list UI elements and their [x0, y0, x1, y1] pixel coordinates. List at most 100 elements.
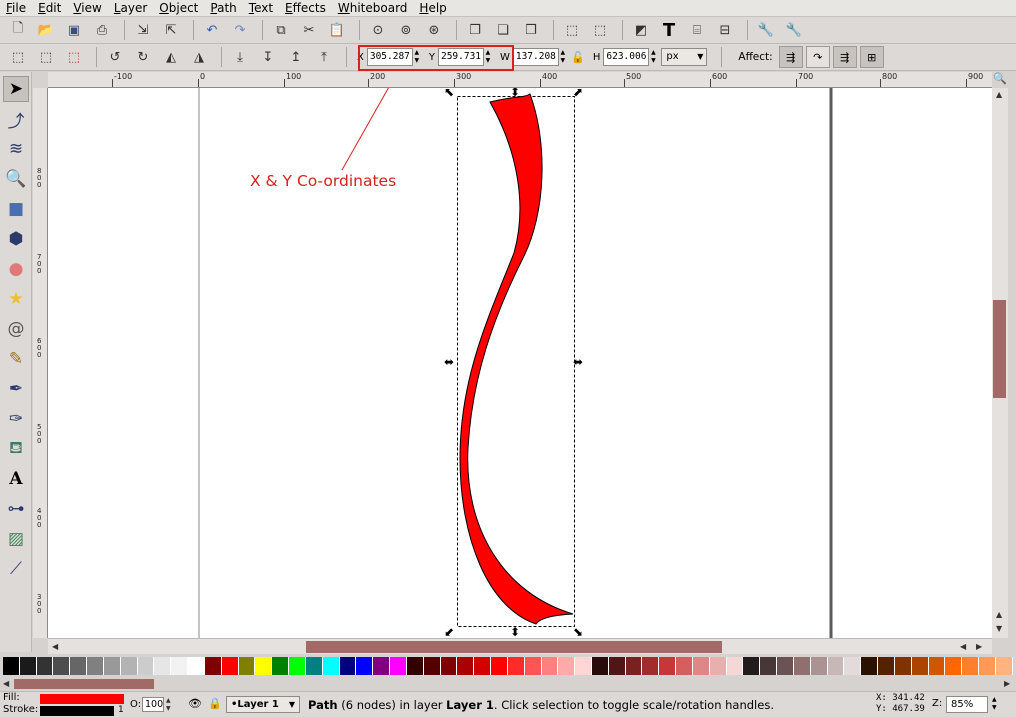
horizontal-scrollbar[interactable]: ◀ ◀ ▶: [48, 638, 992, 654]
palette-swatch[interactable]: [995, 657, 1013, 675]
pen-tool-icon[interactable]: ✒: [3, 376, 29, 402]
node-tool-icon[interactable]: ⤴: [3, 106, 29, 132]
handle-bottom-icon[interactable]: ⬍: [510, 625, 520, 638]
raise-to-top-icon[interactable]: ⤒: [312, 46, 336, 68]
3d-box-tool-icon[interactable]: ⬢: [3, 226, 29, 252]
menu-effects[interactable]: Effects: [279, 0, 332, 17]
menu-file[interactable]: File: [0, 0, 32, 17]
tweak-tool-icon[interactable]: ≋: [3, 136, 29, 162]
palette-scrollbar[interactable]: ◀ ▶: [0, 677, 1016, 691]
palette-swatch[interactable]: [289, 657, 306, 675]
palette-swatch[interactable]: [979, 657, 996, 675]
clone-icon[interactable]: ❏: [491, 19, 515, 41]
palette-swatch[interactable]: [591, 657, 609, 675]
palette-swatch[interactable]: [221, 657, 239, 675]
menu-whiteboard[interactable]: Whiteboard: [332, 0, 414, 17]
zoom-page-icon[interactable]: ⊛: [422, 19, 446, 41]
w-spinbox[interactable]: 137.208 ▲ ▼: [512, 48, 567, 66]
spin-arrows-icon[interactable]: ▲ ▼: [992, 696, 997, 712]
palette-swatch[interactable]: [659, 657, 677, 675]
document-properties-icon[interactable]: 🔧: [782, 19, 806, 41]
open-icon[interactable]: 📂: [34, 19, 58, 41]
palette-swatch[interactable]: [457, 657, 475, 675]
export-icon[interactable]: ⇱: [159, 19, 183, 41]
zoom-value[interactable]: 85%: [946, 696, 988, 713]
spin-arrows-icon[interactable]: ▲ ▼: [559, 49, 567, 65]
palette-swatch[interactable]: [36, 657, 54, 675]
palette-swatch[interactable]: [844, 657, 862, 675]
palette-swatch[interactable]: [878, 657, 895, 675]
fill-swatch[interactable]: [40, 694, 124, 704]
handle-bottom-left-icon[interactable]: ⬋: [444, 625, 454, 638]
palette-swatch[interactable]: [642, 657, 660, 675]
duplicate-icon[interactable]: ❐: [463, 19, 487, 41]
stroke-swatch[interactable]: [40, 706, 114, 716]
ungroup-icon[interactable]: ⬚: [588, 19, 612, 41]
palette-swatch[interactable]: [272, 657, 290, 675]
palette-swatch[interactable]: [861, 657, 879, 675]
deselect-icon[interactable]: ⬚: [62, 46, 86, 68]
menu-text[interactable]: Text: [243, 0, 279, 17]
menu-object[interactable]: Object: [153, 0, 204, 17]
xml-editor-icon[interactable]: ⌸: [685, 19, 709, 41]
lower-to-bottom-icon[interactable]: ⤓: [228, 46, 252, 68]
palette-swatch[interactable]: [406, 657, 424, 675]
select-all-layers-icon[interactable]: ⬚: [34, 46, 58, 68]
rectangle-tool-icon[interactable]: ■: [3, 196, 29, 222]
scroll-right-icon[interactable]: ▶: [1004, 679, 1010, 688]
palette-swatch[interactable]: [743, 657, 761, 675]
align-distribute-icon[interactable]: ⊟: [713, 19, 737, 41]
affect-stroke-width-toggle[interactable]: ⇶: [778, 46, 803, 68]
handle-left-icon[interactable]: ⬌: [444, 355, 454, 369]
palette-swatch[interactable]: [154, 657, 172, 675]
palette-swatch[interactable]: [524, 657, 542, 675]
flip-vertical-icon[interactable]: ◮: [187, 46, 211, 68]
vertical-scrollbar[interactable]: ▲ ▲ ▼: [992, 88, 1008, 638]
scroll-left-icon[interactable]: ◀: [52, 642, 58, 651]
palette-swatch[interactable]: [558, 657, 576, 675]
palette-swatch[interactable]: [793, 657, 811, 675]
star-tool-icon[interactable]: ★: [3, 286, 29, 312]
handle-top-icon[interactable]: ⬍: [510, 88, 520, 99]
palette-swatch[interactable]: [676, 657, 693, 675]
select-all-icon[interactable]: ⬚: [6, 46, 30, 68]
palette-swatch[interactable]: [70, 657, 88, 675]
palette-swatch[interactable]: [322, 657, 340, 675]
palette-scroll-thumb[interactable]: [14, 679, 154, 689]
import-icon[interactable]: ⇲: [131, 19, 155, 41]
palette-swatch[interactable]: [760, 657, 778, 675]
scroll-left-icon[interactable]: ◀: [960, 642, 966, 651]
palette-swatch[interactable]: [87, 657, 104, 675]
palette-swatch[interactable]: [625, 657, 643, 675]
menu-edit[interactable]: Edit: [32, 0, 67, 17]
palette-swatch[interactable]: [103, 657, 121, 675]
palette-swatch[interactable]: [962, 657, 980, 675]
pencil-tool-icon[interactable]: ✎: [3, 346, 29, 372]
handle-top-right-icon[interactable]: ⬈: [573, 88, 583, 99]
new-document-icon[interactable]: 🗋: [6, 19, 30, 41]
palette-swatch[interactable]: [608, 657, 626, 675]
menu-path[interactable]: Path: [204, 0, 242, 17]
palette-swatch[interactable]: [305, 657, 323, 675]
zoom-corner-icon[interactable]: 🔍: [992, 72, 1008, 88]
connector-tool-icon[interactable]: ⊶: [3, 496, 29, 522]
scroll-up-icon[interactable]: ▲: [996, 610, 1002, 619]
palette-swatch[interactable]: [204, 657, 222, 675]
w-value[interactable]: 137.208: [512, 48, 559, 66]
handle-right-icon[interactable]: ⬌: [573, 355, 583, 369]
selector-tool-icon[interactable]: ➤: [3, 76, 29, 102]
palette-swatch[interactable]: [491, 657, 508, 675]
palette-swatch[interactable]: [945, 657, 963, 675]
scroll-up-icon[interactable]: ▲: [996, 90, 1002, 99]
scroll-down-icon[interactable]: ▼: [996, 624, 1002, 633]
scroll-right-icon[interactable]: ▶: [976, 642, 982, 651]
palette-swatch[interactable]: [440, 657, 458, 675]
calligraphy-tool-icon[interactable]: ✑: [3, 406, 29, 432]
ellipse-tool-icon[interactable]: ●: [3, 256, 29, 282]
palette-swatch[interactable]: [3, 657, 20, 675]
palette-swatch[interactable]: [474, 657, 492, 675]
lower-icon[interactable]: ↧: [256, 46, 280, 68]
palette-swatch[interactable]: [188, 657, 205, 675]
menu-layer[interactable]: Layer: [108, 0, 153, 17]
palette-swatch[interactable]: [726, 657, 744, 675]
